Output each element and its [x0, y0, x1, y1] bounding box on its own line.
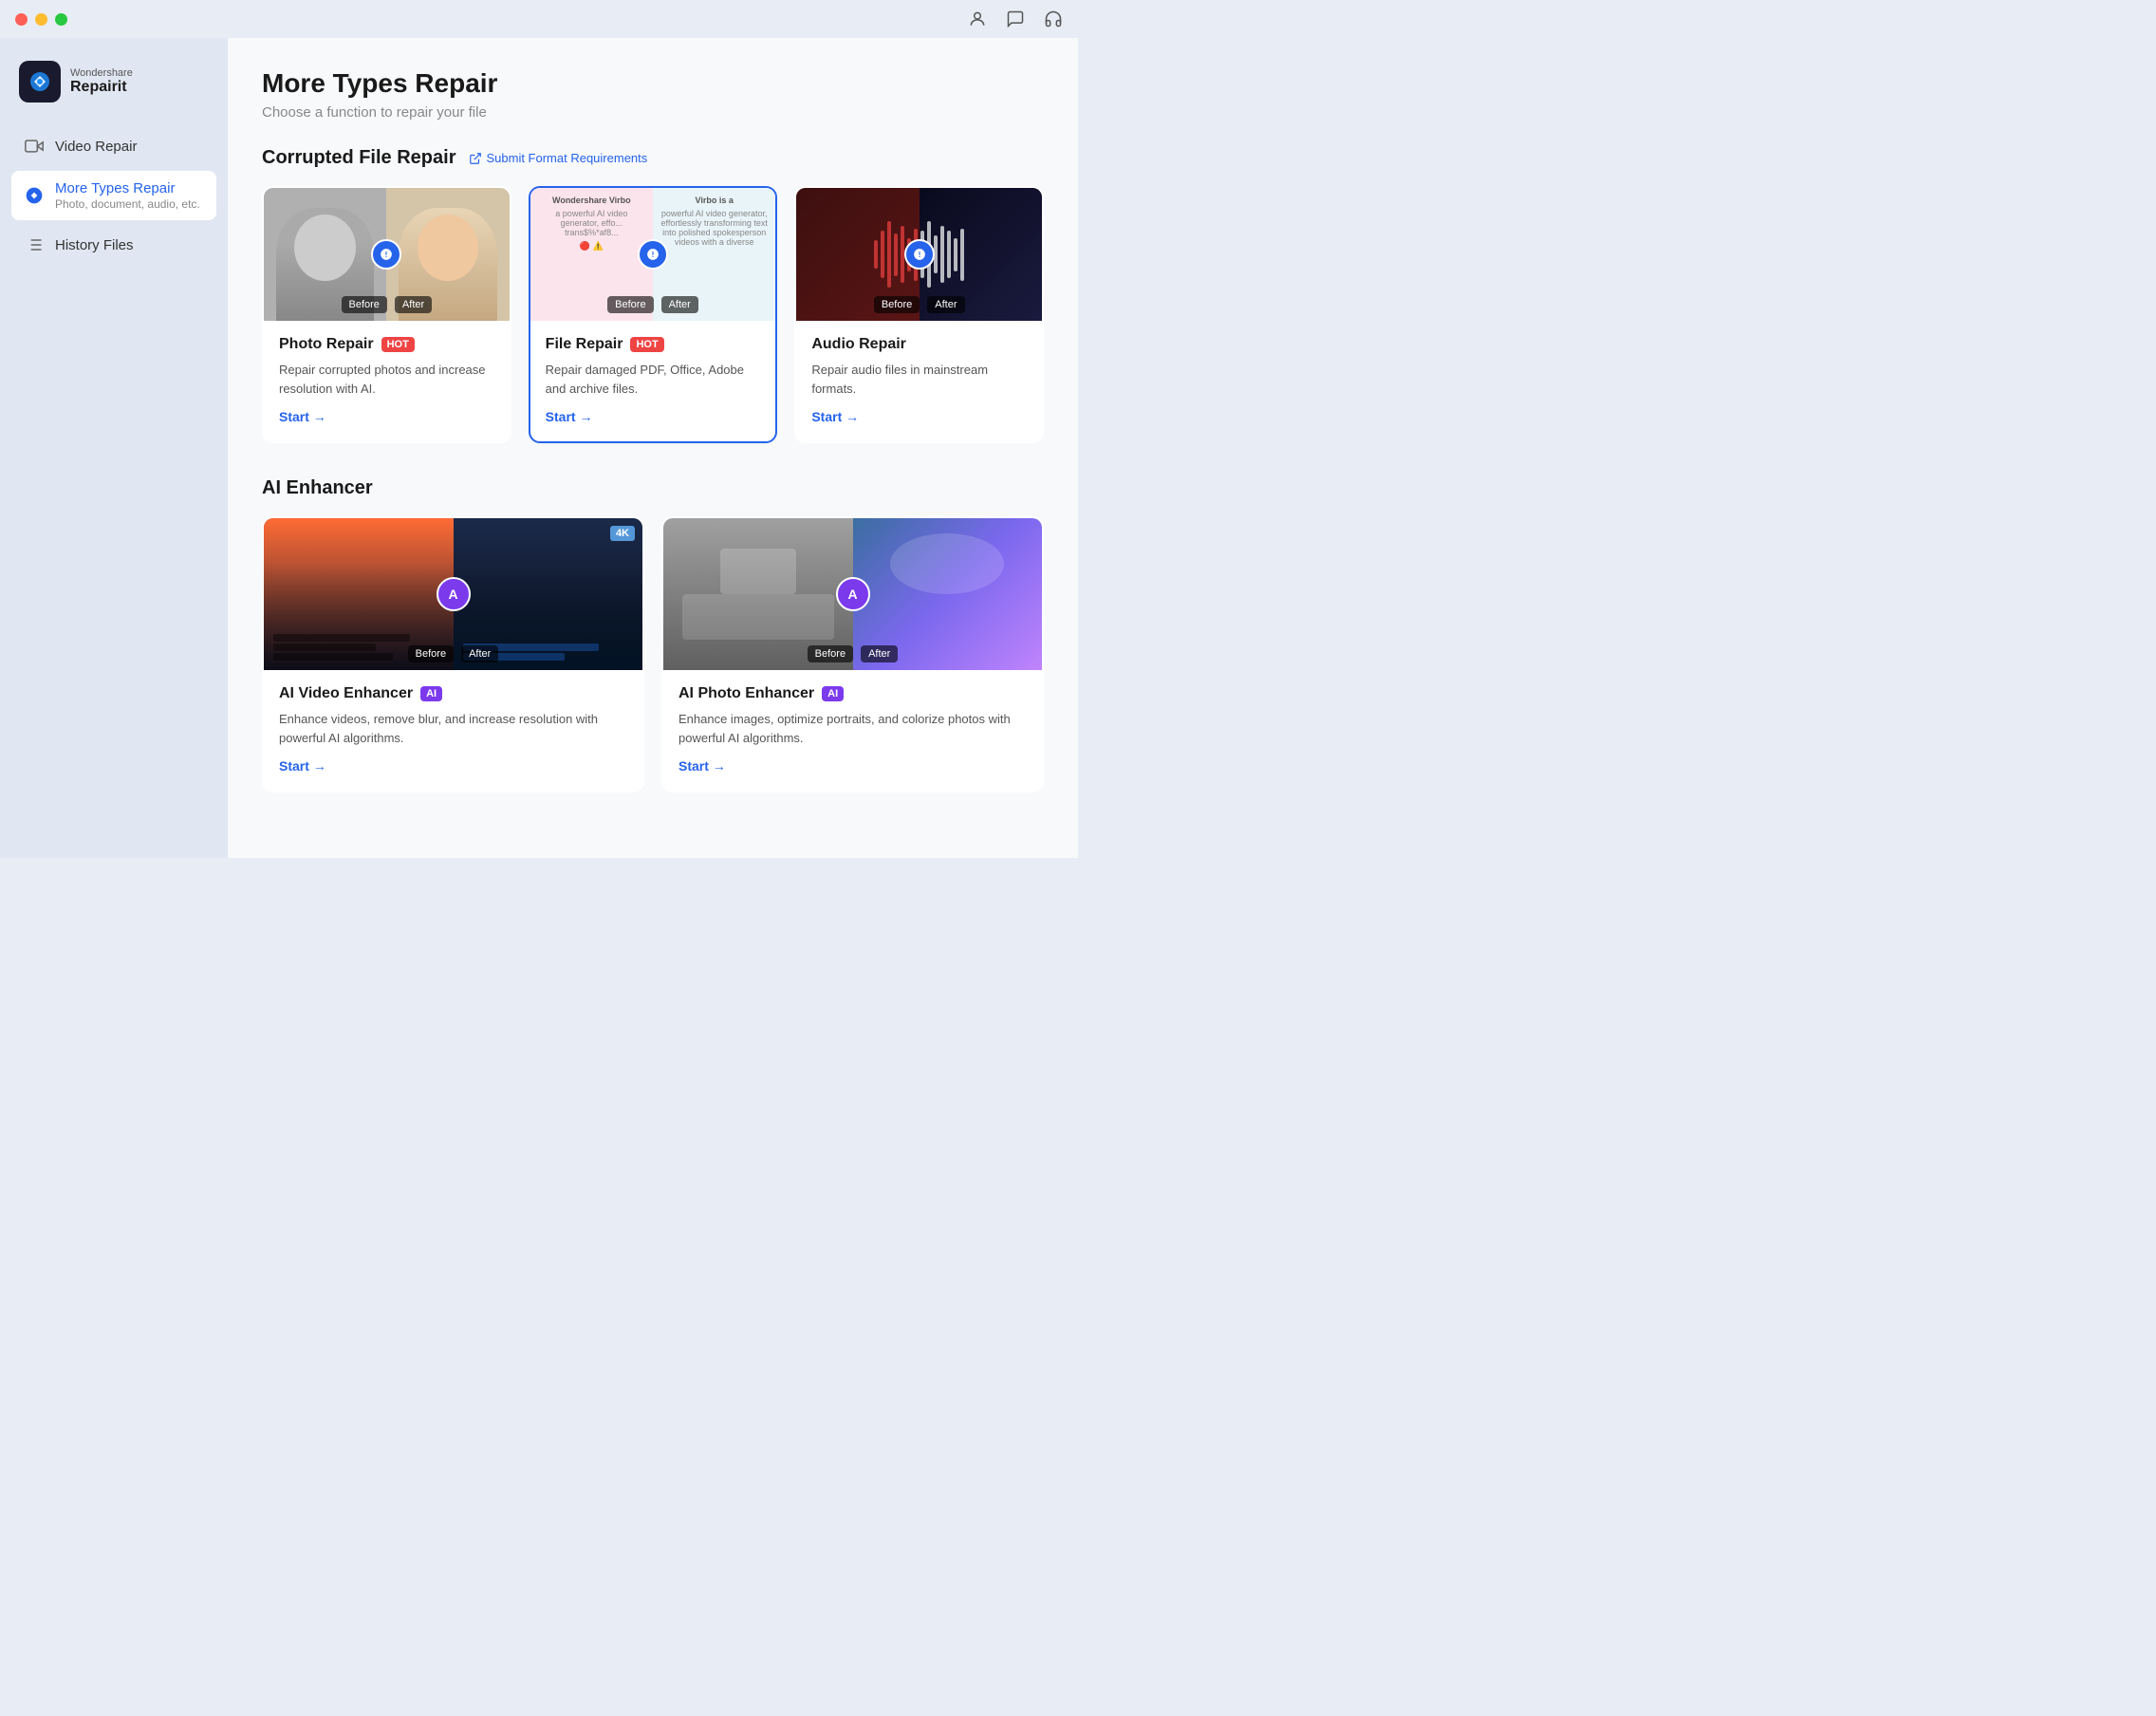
ai-video-start[interactable]: Start → [279, 758, 627, 774]
close-button[interactable] [15, 13, 28, 26]
ai-photo-before-after: Before After [663, 645, 1042, 662]
app-container: Wondershare Repairit Video Repair [0, 38, 1078, 858]
logo-product: Repairit [70, 79, 133, 96]
ai-photo-start[interactable]: Start → [678, 758, 1027, 774]
titlebar [0, 0, 1078, 38]
audio-repair-center-icon [904, 239, 935, 270]
logo-text: Wondershare Repairit [70, 67, 133, 96]
history-files-label: History Files [55, 237, 134, 253]
more-types-label-block: More Types Repair Photo, document, audio… [55, 180, 200, 211]
maximize-button[interactable] [55, 13, 67, 26]
logo-area: Wondershare Repairit [11, 53, 216, 121]
ai-video-after-label: After [461, 645, 498, 662]
photo-repair-center-icon [371, 239, 401, 270]
audio-repair-card[interactable]: Before After Audio Repair Repair audio f… [794, 186, 1044, 443]
ai-photo-image: A Before After [663, 518, 1042, 670]
sidebar: Wondershare Repairit Video Repair [0, 38, 228, 858]
ai-video-center-icon: A [437, 577, 471, 611]
audio-after-label: After [927, 296, 964, 313]
video-repair-label: Video Repair [55, 139, 137, 155]
audio-before-label: Before [874, 296, 920, 313]
ai-photo-desc: Enhance images, optimize portraits, and … [678, 710, 1027, 747]
history-files-icon [23, 233, 46, 256]
chat-icon[interactable] [1006, 9, 1025, 28]
ai-photo-center-icon: A [836, 577, 870, 611]
submit-format-label: Submit Format Requirements [486, 151, 647, 165]
photo-repair-title: Photo Repair [279, 336, 374, 353]
ai-photo-title-row: AI Photo Enhancer AI [678, 685, 1027, 702]
ai-section-title: AI Enhancer [262, 477, 373, 499]
ai-photo-enhancer-card[interactable]: A Before After AI Photo Enhancer AI Enha… [661, 516, 1044, 793]
audio-repair-title-row: Audio Repair [811, 336, 1027, 353]
video-repair-icon [23, 135, 46, 158]
logo-brand: Wondershare [70, 67, 133, 79]
ai-photo-before-label: Before [808, 645, 853, 662]
corrupted-cards-row: Before After Photo Repair HOT Repair cor… [262, 186, 1044, 443]
history-files-label-block: History Files [55, 237, 134, 253]
photo-after-label: After [395, 296, 432, 313]
file-repair-card[interactable]: Wondershare Virbo a powerful AI video ge… [529, 186, 778, 443]
ai-section-header: AI Enhancer [262, 477, 1044, 499]
file-repair-body: File Repair HOT Repair damaged PDF, Offi… [530, 321, 776, 441]
audio-repair-image: Before After [796, 188, 1042, 321]
file-repair-title-row: File Repair HOT [546, 336, 761, 353]
file-repair-title: File Repair [546, 336, 623, 353]
main-content: More Types Repair Choose a function to r… [228, 38, 1078, 858]
video-repair-label-block: Video Repair [55, 139, 137, 155]
file-repair-hot-badge: HOT [630, 337, 663, 352]
page-subtitle: Choose a function to repair your file [262, 104, 1044, 121]
ai-video-before-label: Before [408, 645, 454, 662]
4k-badge: 4K [610, 526, 635, 541]
ai-photo-body: AI Photo Enhancer AI Enhance images, opt… [663, 670, 1042, 791]
account-icon[interactable] [968, 9, 987, 28]
titlebar-icons [968, 9, 1063, 28]
minimize-button[interactable] [35, 13, 47, 26]
photo-repair-hot-badge: HOT [381, 337, 415, 352]
file-before-label: Before [607, 296, 653, 313]
more-types-label: More Types Repair [55, 180, 200, 196]
file-repair-image: Wondershare Virbo a powerful AI video ge… [530, 188, 776, 321]
ai-video-body: AI Video Enhancer AI Enhance videos, rem… [264, 670, 642, 791]
audio-repair-start[interactable]: Start → [811, 409, 1027, 424]
audio-repair-desc: Repair audio files in mainstream formats… [811, 361, 1027, 398]
photo-repair-desc: Repair corrupted photos and increase res… [279, 361, 494, 398]
ai-video-desc: Enhance videos, remove blur, and increas… [279, 710, 627, 747]
page-title: More Types Repair [262, 68, 1044, 99]
photo-repair-body: Photo Repair HOT Repair corrupted photos… [264, 321, 510, 441]
ai-video-before-after: Before After [264, 645, 642, 662]
sidebar-item-more-types-repair[interactable]: More Types Repair Photo, document, audio… [11, 171, 216, 220]
photo-repair-card[interactable]: Before After Photo Repair HOT Repair cor… [262, 186, 511, 443]
file-after-label: After [661, 296, 698, 313]
sidebar-item-video-repair[interactable]: Video Repair [11, 125, 216, 167]
corrupted-section-title: Corrupted File Repair [262, 147, 455, 169]
ai-video-title-row: AI Video Enhancer AI [279, 685, 627, 702]
photo-repair-title-row: Photo Repair HOT [279, 336, 494, 353]
ai-photo-title: AI Photo Enhancer [678, 685, 814, 702]
sidebar-item-history-files[interactable]: History Files [11, 224, 216, 266]
file-repair-desc: Repair damaged PDF, Office, Adobe and ar… [546, 361, 761, 398]
audio-repair-body: Audio Repair Repair audio files in mains… [796, 321, 1042, 441]
photo-repair-image: Before After [264, 188, 510, 321]
corrupted-section-header: Corrupted File Repair Submit Format Requ… [262, 147, 1044, 169]
ai-video-image: 4K A Before After [264, 518, 642, 670]
file-repair-start[interactable]: Start → [546, 409, 761, 424]
ai-enhancer-cards: 4K A Before After AI Video Enhancer AI E… [262, 516, 1044, 793]
file-repair-center-icon [638, 239, 668, 270]
ai-video-title: AI Video Enhancer [279, 685, 413, 702]
audio-before-after: Before After [796, 296, 1042, 313]
more-types-icon [23, 184, 46, 207]
more-types-sub: Photo, document, audio, etc. [55, 197, 200, 211]
audio-repair-title: Audio Repair [811, 336, 906, 353]
file-before-after: Before After [530, 296, 776, 313]
ai-video-badge: AI [420, 686, 442, 701]
ai-video-enhancer-card[interactable]: 4K A Before After AI Video Enhancer AI E… [262, 516, 644, 793]
submit-format-link[interactable]: Submit Format Requirements [469, 151, 647, 165]
headphone-icon[interactable] [1044, 9, 1063, 28]
app-logo [19, 61, 61, 103]
photo-repair-start[interactable]: Start → [279, 409, 494, 424]
photo-before-label: Before [342, 296, 387, 313]
ai-photo-after-label: After [861, 645, 898, 662]
photo-before-after: Before After [264, 296, 510, 313]
ai-photo-badge: AI [822, 686, 844, 701]
